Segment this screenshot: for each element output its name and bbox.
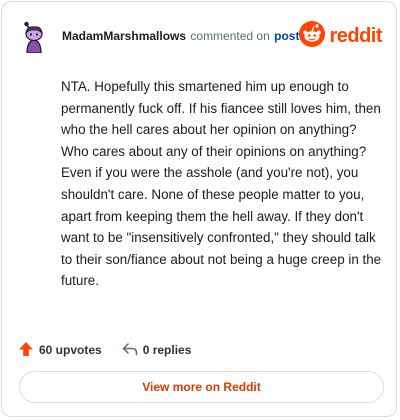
upvotes-stat[interactable]: 60 upvotes <box>18 341 102 360</box>
comment-card: MadamMarshmallows commented on post redd… <box>1 1 397 417</box>
comment-body: NTA. Hopefully this smartened him up eno… <box>61 79 382 289</box>
action-text: commented on <box>190 29 270 43</box>
replies-stat[interactable]: 0 replies <box>122 341 192 360</box>
user-avatar-icon[interactable] <box>18 19 50 54</box>
reddit-logo-icon <box>299 20 326 52</box>
username-link[interactable]: MadamMarshmallows <box>62 29 186 43</box>
upvotes-count: 60 upvotes <box>39 343 102 357</box>
replies-count: 0 replies <box>142 343 192 357</box>
comment-footer: 60 upvotes 0 replies <box>18 339 191 361</box>
comment-header: MadamMarshmallows commented on post redd… <box>18 16 383 56</box>
reddit-wordmark: reddit <box>329 24 383 47</box>
upvote-arrow-icon <box>18 341 39 360</box>
post-link[interactable]: post <box>274 29 299 43</box>
view-more-button[interactable]: View more on Reddit <box>19 371 384 403</box>
reply-arrow-icon <box>122 341 143 360</box>
comment-meta: MadamMarshmallows commented on post <box>62 29 299 43</box>
reddit-brand[interactable]: reddit <box>299 20 383 52</box>
